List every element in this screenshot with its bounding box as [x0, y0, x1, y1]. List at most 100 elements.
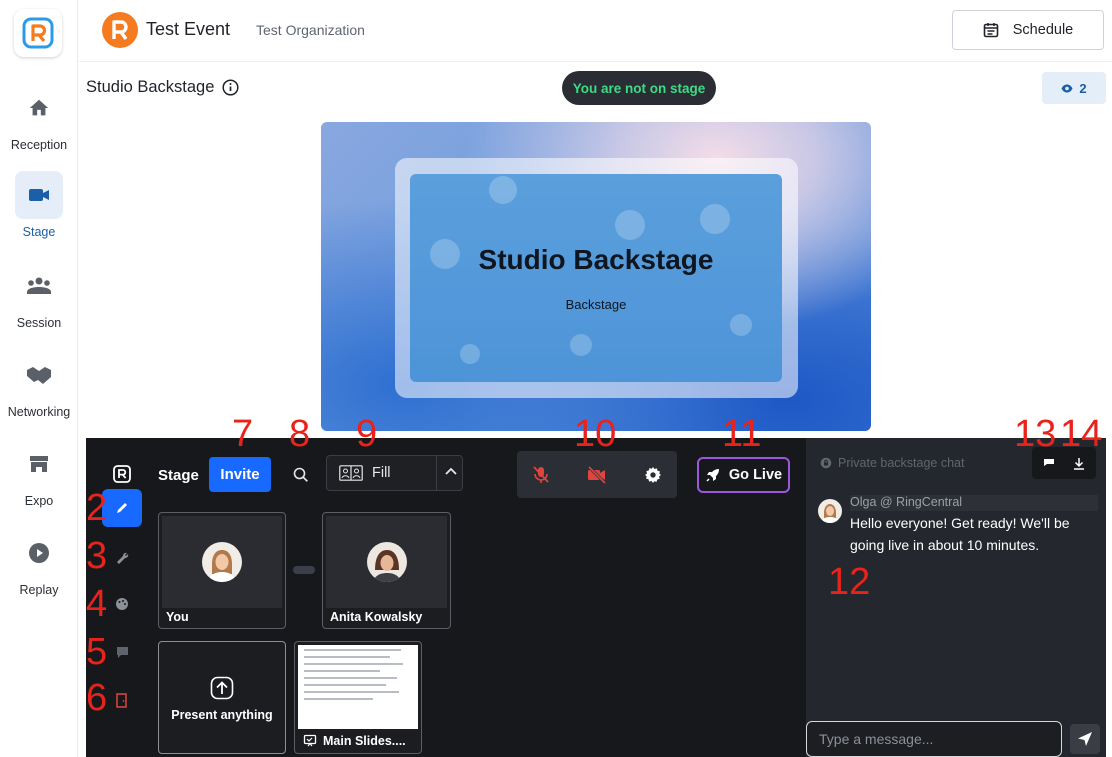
main-slides-label: Main Slides.... [323, 734, 406, 748]
calendar-icon [983, 23, 999, 38]
nav-item-label: Reception [10, 138, 68, 152]
participant-name: You [166, 610, 189, 624]
backstage-title: Studio Backstage [86, 78, 239, 97]
camera-off-button[interactable] [585, 463, 609, 487]
annotation-number: 10 [574, 413, 617, 455]
message-author: Olga @ RingCentral [850, 495, 1098, 511]
pen-icon [117, 503, 127, 513]
participant-tile-anita[interactable]: Anita Kowalsky [322, 512, 451, 629]
event-title: Test Event [146, 19, 231, 39]
annotation-number: 4 [86, 583, 108, 625]
app-root: Reception Stage Session Networking Expo [0, 0, 1112, 757]
send-message-button[interactable] [1070, 724, 1100, 754]
studio-logo-icon [102, 455, 142, 493]
nav-item-stage[interactable]: Stage [0, 171, 78, 239]
chat-tool-button[interactable] [102, 633, 142, 671]
annotation-number: 6 [86, 677, 108, 719]
wrench-icon [116, 552, 128, 564]
lock-chat-icon [820, 457, 832, 469]
slides-thumbnail [298, 645, 418, 729]
go-live-button[interactable]: Go Live [697, 457, 790, 493]
studio-panel: Stage Invite Fill Go Live You Anita Kowa… [86, 415, 806, 757]
app-logo[interactable] [14, 9, 62, 57]
exit-door-icon [116, 692, 127, 708]
annotation-number: 7 [232, 413, 254, 455]
layout-select[interactable]: Fill [326, 455, 463, 491]
download-icon [1074, 457, 1084, 470]
upload-icon [210, 676, 234, 700]
stage-preview: Studio Backstage Backstage [321, 122, 871, 431]
video-camera-icon [15, 171, 63, 219]
download-chat-button[interactable] [1071, 455, 1087, 471]
backstage-chat-panel: Private backstage chat Olga @ RingCentra… [806, 415, 1106, 757]
invite-button[interactable]: Invite [209, 457, 271, 492]
schedule-label: Schedule [1012, 22, 1074, 38]
preview-subheading: Backstage [565, 297, 627, 312]
backstage-title-text: Studio Backstage [86, 78, 215, 96]
top-header: Test Event Test Organization Schedule [79, 0, 1112, 62]
nav-item-label: Networking [7, 405, 71, 419]
pin-message-button[interactable] [1041, 455, 1057, 471]
group-icon [15, 262, 63, 310]
annotation-number: 8 [289, 413, 311, 455]
present-anything-label: Present anything [171, 708, 273, 722]
chat-header-text: Private backstage chat [838, 456, 965, 470]
viewer-count-badge[interactable]: 2 [1042, 72, 1106, 104]
present-anything-tile[interactable]: Present anything [158, 641, 286, 754]
nav-item-replay[interactable]: Replay [0, 529, 78, 597]
mic-off-icon [533, 466, 549, 483]
message-text: Hello everyone! Get ready! We'll be goin… [850, 515, 1070, 553]
play-circle-icon [15, 529, 63, 577]
viewer-count: 2 [1079, 80, 1087, 96]
annotation-number: 12 [828, 561, 871, 603]
search-button[interactable] [286, 462, 316, 488]
leave-tool-button[interactable] [102, 681, 142, 719]
nav-item-label: Session [16, 316, 62, 330]
rocket-icon [706, 469, 719, 482]
preview-heading: Studio Backstage [478, 244, 714, 275]
schedule-button[interactable]: Schedule [952, 10, 1104, 50]
annotation-number: 5 [86, 631, 108, 673]
chat-message-input[interactable]: Type a message... [806, 721, 1062, 757]
annotation-number: 9 [356, 413, 378, 455]
store-icon [15, 440, 63, 488]
preview-slide [410, 174, 782, 382]
event-logo [102, 12, 138, 48]
ringcentral-logo-icon [22, 17, 54, 49]
avatar [818, 499, 842, 523]
info-icon[interactable] [222, 79, 239, 96]
annotation-number: 3 [86, 535, 108, 577]
palette-icon [116, 598, 128, 610]
participant-tile-you[interactable]: You [158, 512, 286, 629]
chat-header: Private backstage chat [820, 456, 964, 470]
nav-item-label: Stage [22, 225, 56, 239]
nav-item-reception[interactable]: Reception [0, 84, 78, 152]
handshake-icon [15, 351, 63, 399]
annotation-number: 2 [86, 487, 108, 529]
annotation-number: 13 [1014, 413, 1057, 455]
tile-connector [293, 566, 315, 574]
left-nav: Reception Stage Session Networking Expo [0, 0, 78, 757]
main-slides-tile[interactable]: Main Slides.... [294, 641, 422, 754]
layout-select-value: Fill [372, 465, 391, 481]
nav-item-expo[interactable]: Expo [0, 440, 78, 508]
participant-video [162, 516, 282, 608]
mute-mic-button[interactable] [529, 463, 553, 487]
chevron-up-icon[interactable] [444, 464, 458, 480]
organization-name[interactable]: Test Organization [256, 22, 365, 38]
stage-status-badge: You are not on stage [562, 71, 716, 105]
layout-icon [339, 465, 363, 481]
avatar [366, 542, 407, 582]
flag-icon [1044, 459, 1054, 466]
nav-item-label: Replay [19, 583, 59, 597]
nav-item-session[interactable]: Session [0, 262, 78, 330]
annotation-number: 14 [1060, 413, 1103, 455]
settings-tool-button[interactable] [102, 538, 142, 576]
av-controls [517, 451, 677, 498]
nav-item-networking[interactable]: Networking [0, 351, 78, 419]
annotation-number: 11 [722, 413, 762, 455]
brush-tool-button[interactable] [102, 489, 142, 527]
home-icon [15, 84, 63, 132]
theme-tool-button[interactable] [102, 585, 142, 623]
av-settings-button[interactable] [641, 463, 665, 487]
